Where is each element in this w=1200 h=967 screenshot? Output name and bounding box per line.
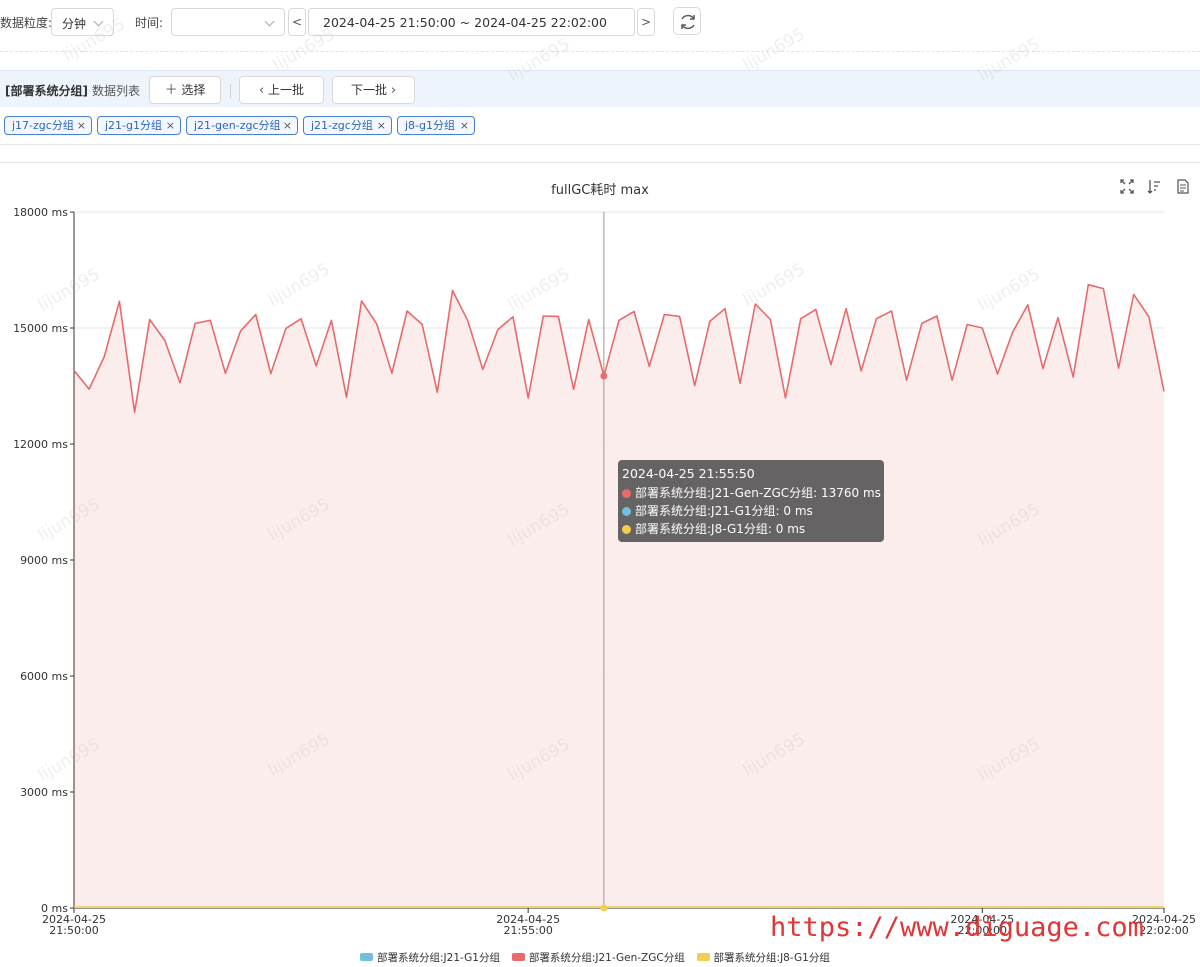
x-tick-time: 22:02:00: [1139, 924, 1188, 937]
legend-swatch: [511, 953, 525, 961]
y-tick-label: 6000 ms: [20, 670, 68, 683]
legend-item[interactable]: 部署系统分组:J8-G1分组: [696, 950, 830, 965]
tooltip-row-text: 部署系统分组:J8-G1分组: 0 ms: [635, 522, 806, 536]
hover-point: [600, 372, 608, 380]
tooltip-row: 部署系统分组:J21-G1分组: 0 ms: [622, 502, 880, 520]
legend-label: 部署系统分组:J21-G1分组: [377, 952, 500, 964]
tooltip-row-text: 部署系统分组:J21-Gen-ZGC分组: 13760 ms: [635, 486, 881, 500]
y-tick-label: 3000 ms: [20, 786, 68, 799]
legend-item[interactable]: 部署系统分组:J21-G1分组: [360, 950, 500, 965]
series-dot: [622, 507, 631, 516]
x-tick-time: 21:50:00: [49, 924, 98, 937]
y-tick-label: 15000 ms: [13, 322, 68, 335]
chart-legend: 部署系统分组:J21-G1分组 部署系统分组:J21-Gen-ZGC分组 部署系…: [360, 950, 838, 964]
tooltip-row-text: 部署系统分组:J21-G1分组: 0 ms: [635, 504, 813, 518]
legend-item[interactable]: 部署系统分组:J21-Gen-ZGC分组: [511, 950, 685, 965]
series-dot: [622, 489, 631, 498]
y-tick-label: 12000 ms: [13, 438, 68, 451]
series-dot: [622, 525, 631, 534]
series-area: [74, 284, 1164, 908]
legend-swatch: [696, 953, 710, 961]
site-url-watermark: https://www.diguage.com: [770, 912, 1144, 943]
line-chart[interactable]: 0 ms3000 ms6000 ms9000 ms12000 ms15000 m…: [0, 0, 1200, 967]
legend-swatch: [360, 953, 373, 961]
y-tick-label: 18000 ms: [13, 206, 68, 219]
tooltip-row: 部署系统分组:J8-G1分组: 0 ms: [622, 520, 880, 538]
hover-point-zero: [600, 904, 608, 912]
legend-label: 部署系统分组:J8-G1分组: [713, 952, 830, 964]
chart-tooltip: 2024-04-25 21:55:50 部署系统分组:J21-Gen-ZGC分组…: [618, 460, 884, 542]
y-tick-label: 9000 ms: [20, 554, 68, 567]
tooltip-row: 部署系统分组:J21-Gen-ZGC分组: 13760 ms: [622, 484, 881, 502]
legend-label: 部署系统分组:J21-Gen-ZGC分组: [528, 952, 685, 964]
x-tick-time: 21:55:00: [503, 924, 552, 937]
tooltip-time: 2024-04-25 21:55:50: [622, 466, 755, 481]
